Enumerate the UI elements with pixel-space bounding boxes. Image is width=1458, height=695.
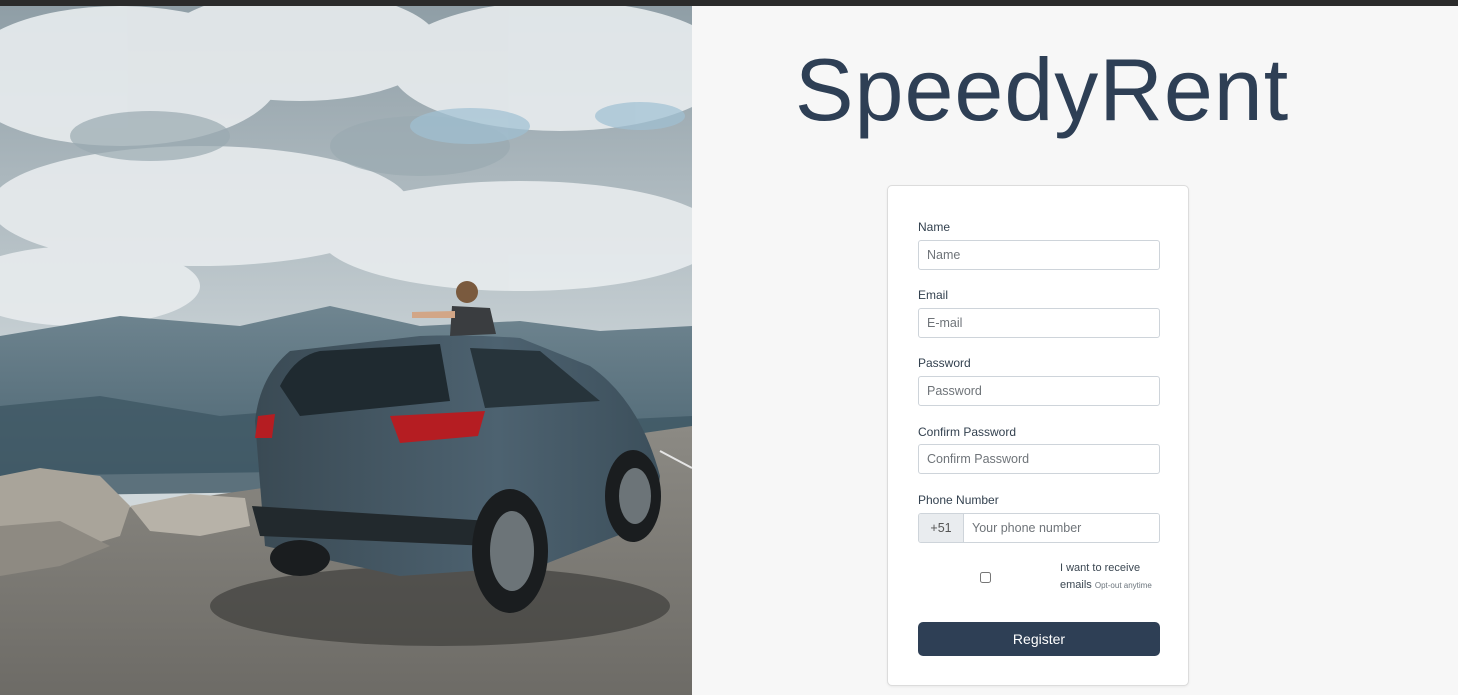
phone-label: Phone Number <box>918 493 999 507</box>
confirm-password-label: Confirm Password <box>918 425 1017 439</box>
phone-input-group: +51 <box>918 513 1160 543</box>
password-input[interactable] <box>918 376 1160 406</box>
email-label: Email <box>918 288 949 302</box>
name-input[interactable] <box>918 240 1160 270</box>
optin-small-text: Opt-out anytime <box>1094 581 1152 590</box>
name-label: Name <box>918 220 951 234</box>
register-button[interactable]: Register <box>918 622 1160 656</box>
hero-image <box>0 6 692 695</box>
email-optin-checkbox[interactable] <box>980 572 991 583</box>
email-input[interactable] <box>918 308 1160 338</box>
brand-title: SpeedyRent <box>794 40 1290 139</box>
phone-prefix: +51 <box>919 514 964 542</box>
confirm-password-input[interactable] <box>918 444 1160 474</box>
phone-input[interactable] <box>964 514 1159 542</box>
hero-car-scene <box>0 6 692 695</box>
password-label: Password <box>918 356 971 370</box>
email-optin-label: I want to receive emails Opt-out anytime <box>1060 560 1170 594</box>
register-card: Name Email Password Confirm Password Pho… <box>887 185 1189 686</box>
